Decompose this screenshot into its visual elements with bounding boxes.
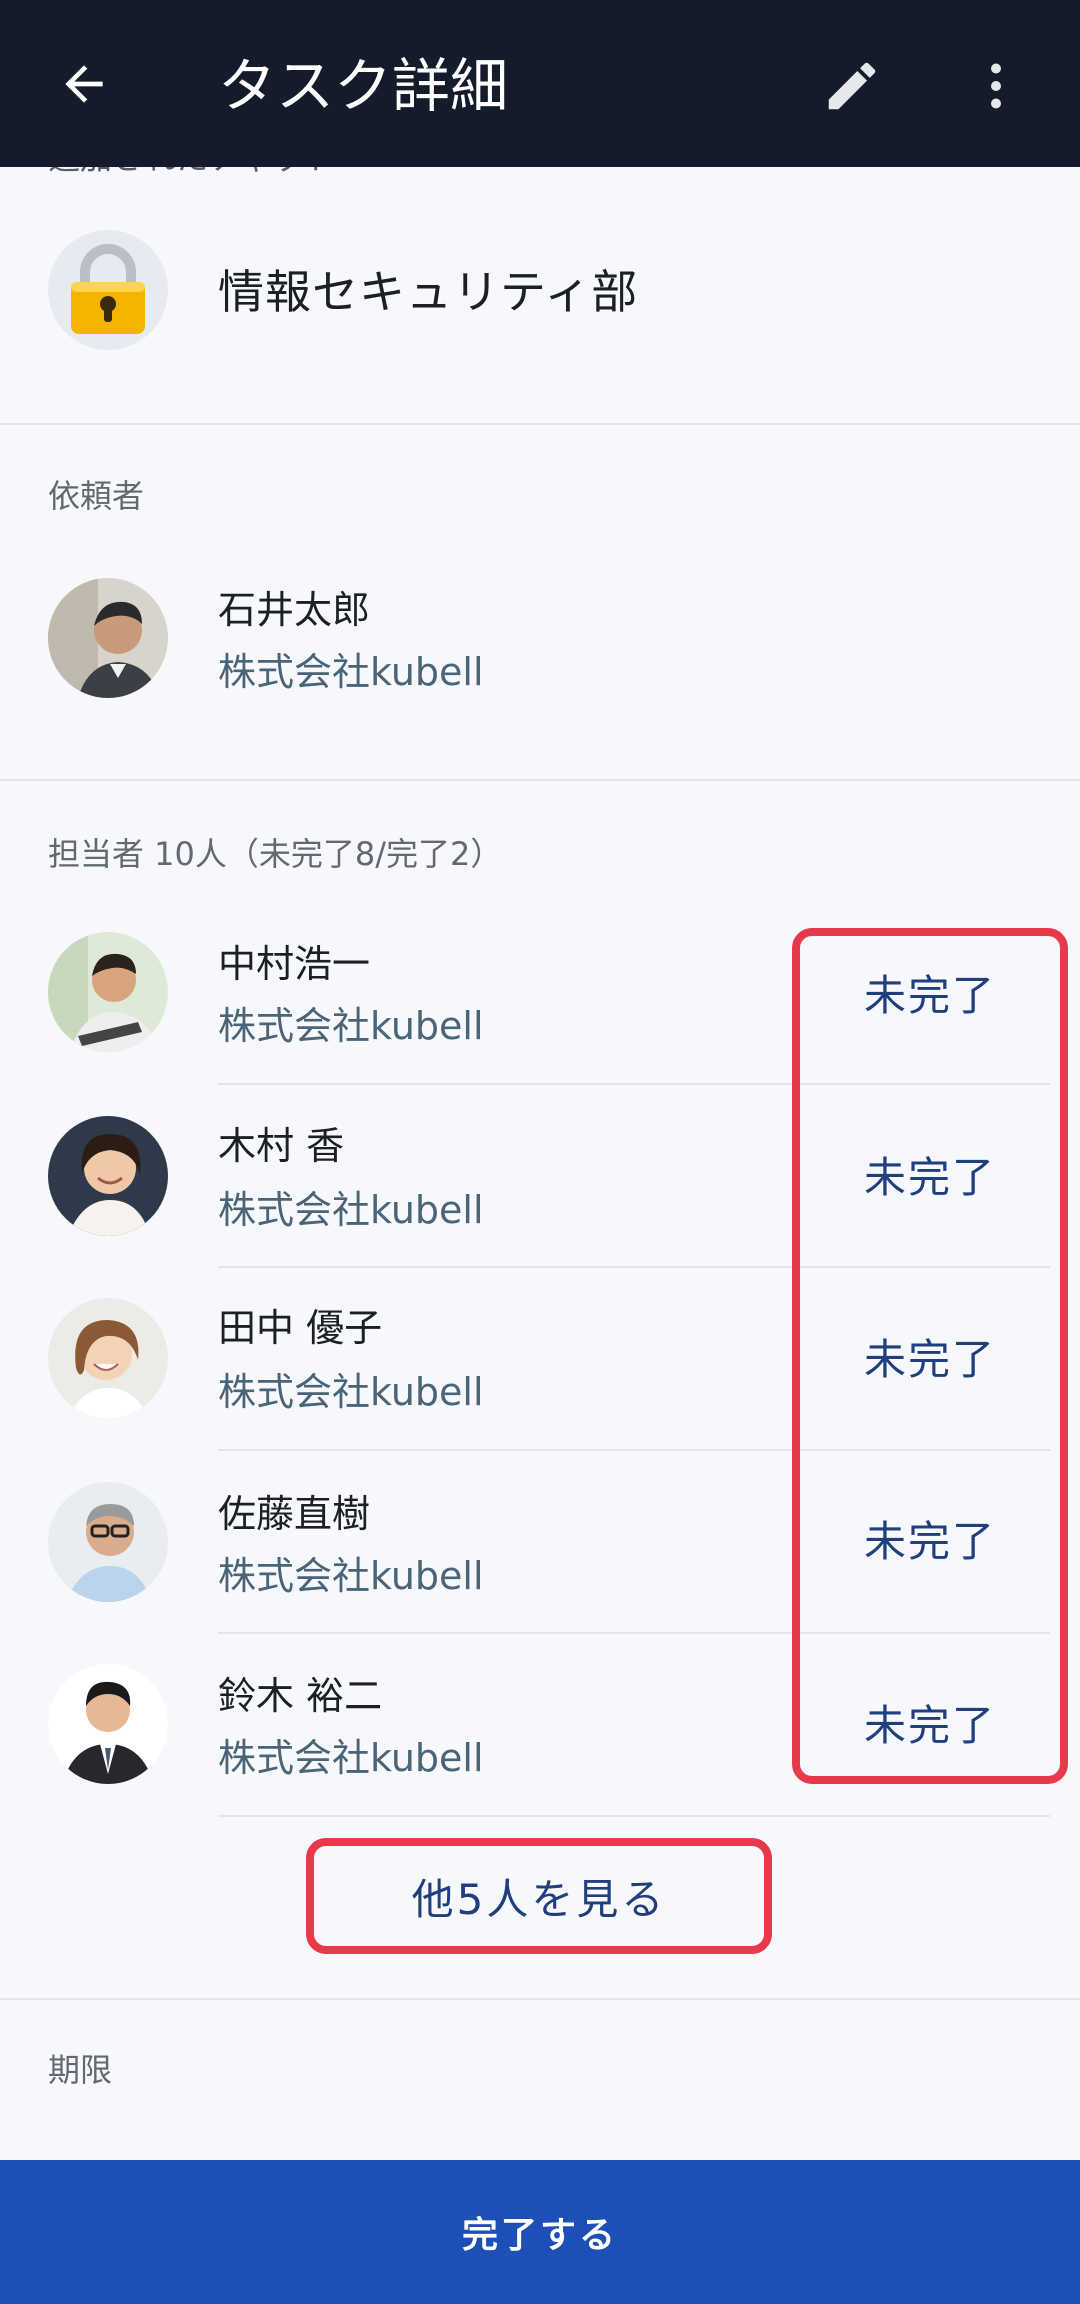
more-vertical-icon: [991, 63, 1001, 109]
requester-company: 株式会社kubell: [218, 650, 484, 694]
requester-label: 依頼者: [48, 477, 145, 515]
assignee-name: 鈴木 裕二: [218, 1674, 383, 1718]
avatar[interactable]: [48, 932, 168, 1052]
arrow-left-icon: [65, 65, 103, 103]
assignee-name: 中村浩一: [218, 942, 371, 986]
divider: [0, 423, 1080, 425]
assignee-company: 株式会社kubell: [218, 1736, 484, 1780]
assignee-company: 株式会社kubell: [218, 1554, 484, 1598]
more-options-button[interactable]: [960, 50, 1032, 122]
avatar[interactable]: [48, 1664, 168, 1784]
assignees-label: 担当者 10人（未完了8/完了2）: [48, 835, 503, 873]
avatar[interactable]: [48, 1298, 168, 1418]
see-more-button[interactable]: 他5人を見る: [306, 1838, 772, 1954]
edit-button[interactable]: [816, 50, 888, 122]
row-divider: [218, 1815, 1050, 1817]
avatar[interactable]: [48, 1116, 168, 1236]
assignee-company: 株式会社kubell: [218, 1370, 484, 1414]
page-title: タスク詳細: [218, 52, 509, 120]
requester-name: 石井太郎: [218, 588, 371, 632]
project-name: 情報セキュリティ部: [218, 265, 639, 319]
assignee-company: 株式会社kubell: [218, 1004, 484, 1048]
deadline-label: 期限: [48, 2051, 113, 2089]
assignee-company: 株式会社kubell: [218, 1188, 484, 1232]
assignee-name: 木村 香: [218, 1124, 345, 1168]
pencil-icon: [828, 62, 876, 110]
divider: [0, 779, 1080, 781]
complete-button[interactable]: 完了する: [0, 2160, 1080, 2304]
app-bar: タスク詳細: [0, 0, 1080, 167]
avatar[interactable]: [48, 578, 168, 698]
divider: [0, 1998, 1080, 2000]
assignee-name: 佐藤直樹: [218, 1492, 371, 1536]
back-button[interactable]: [48, 48, 120, 120]
avatar[interactable]: [48, 1482, 168, 1602]
lock-icon: [71, 244, 145, 334]
assignee-name: 田中 優子: [218, 1306, 383, 1350]
project-avatar: [48, 230, 168, 350]
status-highlight-box: [792, 928, 1068, 1784]
